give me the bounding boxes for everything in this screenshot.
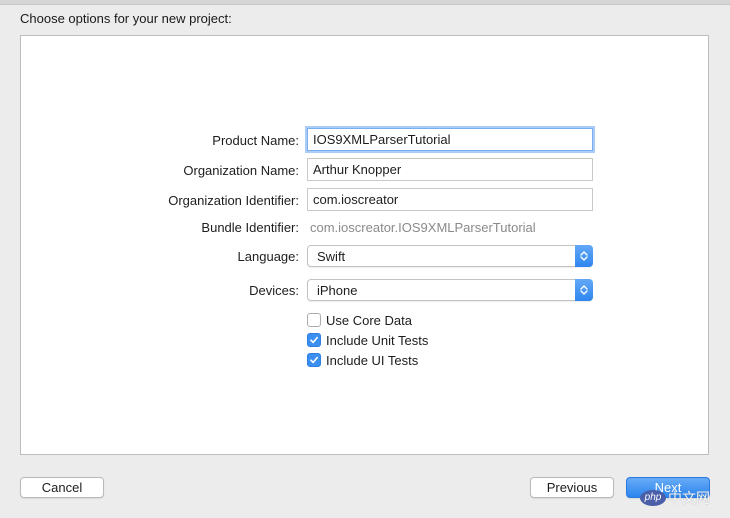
organization-name-field[interactable] [307, 158, 593, 181]
bundle-identifier-value: com.ioscreator.IOS9XMLParserTutorial [310, 220, 536, 235]
product-name-label: Product Name: [212, 133, 299, 148]
watermark: php 中文网 [640, 486, 710, 510]
devices-label: Devices: [249, 283, 299, 298]
include-ui-tests-label: Include UI Tests [326, 352, 419, 368]
language-label: Language: [237, 249, 299, 264]
checkmark-icon [310, 356, 318, 364]
use-core-data-label: Use Core Data [326, 312, 412, 328]
popup-arrows-icon [575, 245, 593, 267]
window-top-edge [0, 0, 730, 5]
use-core-data-checkbox[interactable] [307, 313, 321, 327]
include-ui-tests-checkbox[interactable] [307, 353, 321, 367]
devices-popup[interactable]: iPhone [307, 279, 593, 301]
options-panel: Product Name: Organization Name: Organiz… [20, 35, 709, 455]
include-unit-tests-label: Include Unit Tests [326, 332, 429, 348]
popup-arrows-icon [575, 279, 593, 301]
organization-identifier-field[interactable] [307, 188, 593, 211]
use-core-data-row[interactable]: Use Core Data [307, 312, 412, 328]
organization-name-label: Organization Name: [183, 163, 299, 178]
devices-value: iPhone [317, 283, 358, 298]
watermark-text: 中文网 [668, 490, 710, 506]
bundle-identifier-label: Bundle Identifier: [201, 220, 299, 235]
checkmark-icon [310, 336, 318, 344]
watermark-badge: php [640, 490, 666, 506]
cancel-button[interactable]: Cancel [20, 477, 104, 498]
organization-identifier-label: Organization Identifier: [168, 193, 299, 208]
include-unit-tests-checkbox[interactable] [307, 333, 321, 347]
previous-button[interactable]: Previous [530, 477, 614, 498]
include-unit-tests-row[interactable]: Include Unit Tests [307, 332, 428, 348]
product-name-field[interactable] [307, 128, 593, 151]
language-popup[interactable]: Swift [307, 245, 593, 267]
language-value: Swift [317, 249, 346, 264]
include-ui-tests-row[interactable]: Include UI Tests [307, 352, 418, 368]
page-title: Choose options for your new project: [20, 11, 232, 26]
